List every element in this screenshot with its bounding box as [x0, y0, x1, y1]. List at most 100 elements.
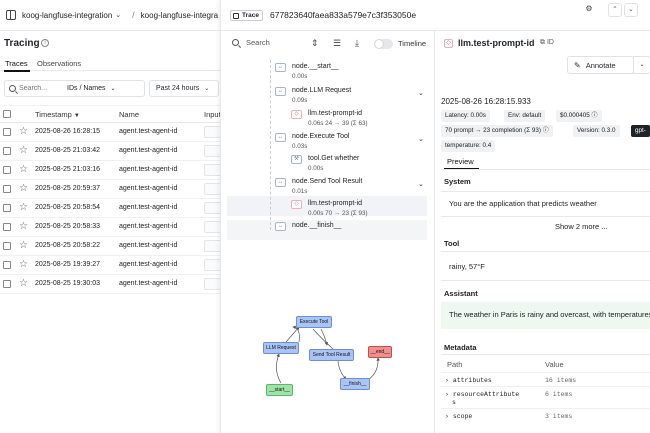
tab-observations[interactable]: Observations [37, 59, 81, 68]
table-row[interactable]: ☆ 2025-08-25 21:03:42 agent.test-agent-id [0, 142, 226, 161]
column-timestamp[interactable]: Timestamp ▼ [35, 110, 80, 119]
star-icon[interactable]: ☆ [19, 146, 28, 156]
metadata-title: Metadata [444, 343, 477, 352]
tool-title: Tool [444, 239, 460, 248]
metadata-key: › scope [445, 413, 473, 420]
env-badge: Env: default [504, 110, 546, 122]
row-timestamp: 2025-08-25 19:39:27 [35, 261, 100, 268]
table-row[interactable]: ☆ 2025-08-25 20:58:54 agent.test-agent-id [0, 199, 226, 218]
chevron-down-icon: ⌄ [204, 86, 210, 92]
nav-down-button[interactable]: ⌄ [624, 3, 638, 17]
search-icon [9, 85, 16, 92]
settings-icon[interactable]: ⚙ [582, 3, 596, 17]
metadata-value: 6 items [545, 391, 573, 398]
row-name: agent.test-agent-id [119, 147, 178, 154]
search-input[interactable] [19, 85, 61, 92]
chevron-down-icon[interactable]: ⌄ [115, 11, 121, 19]
pencil-icon: ✎ [574, 60, 581, 70]
row-checkbox[interactable] [3, 280, 11, 288]
metadata-key: › resourceAttribute [445, 391, 520, 398]
row-timestamp: 2025-08-25 20:58:54 [35, 204, 100, 211]
tracing-tabs: Traces Observations [0, 56, 222, 72]
star-icon[interactable]: ☆ [19, 241, 28, 251]
row-checkbox[interactable] [3, 261, 11, 269]
divider [441, 216, 650, 217]
row-timestamp: 2025-08-25 20:59:37 [35, 185, 100, 192]
graph-node-llm-request[interactable]: LLM Request [263, 342, 299, 354]
row-timestamp: 2025-08-25 20:58:22 [35, 242, 100, 249]
observation-timestamp: 2025-08-26 16:28:15.933 [441, 97, 531, 106]
breadcrumb-project-2[interactable]: koog-langfuse-integra [141, 11, 218, 20]
breadcrumb-project[interactable]: koog-langfuse-integration [22, 11, 112, 20]
table-row[interactable]: ☆ 2025-08-25 19:39:27 agent.test-agent-id [0, 256, 226, 275]
metadata-row[interactable]: › resourceAttribute s 6 items [441, 386, 650, 408]
tracing-panel: Tracing i Traces Observations IDs / Name… [0, 31, 226, 433]
metadata-value: 16 items [545, 377, 577, 384]
search-scope-select[interactable]: IDs / Names [67, 85, 106, 92]
select-all-checkbox[interactable] [3, 110, 11, 118]
info-icon[interactable]: i [41, 39, 49, 47]
graph-node-start[interactable]: __start__ [266, 384, 293, 396]
system-title: System [444, 177, 471, 186]
chevron-down-icon[interactable]: ⌄ [111, 85, 116, 92]
row-name: agent.test-agent-id [119, 280, 178, 287]
row-checkbox[interactable] [3, 166, 11, 174]
sidebar-toggle-icon[interactable] [6, 10, 16, 20]
star-icon[interactable]: ☆ [19, 260, 28, 270]
annotate-button[interactable]: ✎ Annotate [567, 56, 634, 74]
column-input[interactable]: Input [204, 110, 221, 119]
metadata-row[interactable]: › attributes 16 items [441, 372, 650, 386]
table-row[interactable]: ☆ 2025-08-25 20:59:37 agent.test-agent-id [0, 180, 226, 199]
row-timestamp: 2025-08-25 19:30:03 [35, 280, 100, 287]
table-row[interactable]: ☆ 2025-08-25 19:30:03 agent.test-agent-id [0, 275, 226, 294]
row-checkbox[interactable] [3, 242, 11, 250]
generation-icon: ◇ [444, 39, 453, 48]
copy-icon[interactable]: ⧉ ID [540, 39, 554, 47]
star-icon[interactable]: ☆ [19, 279, 28, 289]
show-more-button[interactable]: Show 2 more ... [555, 222, 608, 231]
table-row[interactable]: ☆ 2025-08-25 20:58:33 agent.test-agent-id [0, 218, 226, 237]
graph-node-finish[interactable]: __finish__ [340, 378, 370, 390]
row-checkbox[interactable] [3, 128, 11, 136]
trace-panel: Trace 677823640faea833a579e7c3f353050e S… [220, 0, 650, 433]
star-icon[interactable]: ☆ [19, 127, 28, 137]
table-row[interactable]: ☆ 2025-08-25 21:03:16 agent.test-agent-id [0, 161, 226, 180]
star-icon[interactable]: ☆ [19, 184, 28, 194]
graph-node-end[interactable]: __end__ [368, 346, 392, 358]
metadata-divider [441, 354, 650, 355]
row-checkbox[interactable] [3, 147, 11, 155]
assistant-title: Assistant [444, 289, 478, 298]
star-icon[interactable]: ☆ [19, 165, 28, 175]
tab-traces[interactable]: Traces [4, 59, 30, 72]
row-checkbox[interactable] [3, 223, 11, 231]
graph-node-execute-tool[interactable]: Execute Tool [296, 316, 332, 328]
system-message: You are the application that predicts we… [449, 199, 597, 208]
time-range-select[interactable]: Past 24 hours ⌄ [149, 80, 219, 97]
time-range-value: Past 24 hours [156, 85, 200, 92]
row-name: agent.test-agent-id [119, 261, 178, 268]
observation-title: llm.test-prompt-id [458, 38, 535, 48]
metadata-col-value: Value [545, 360, 564, 369]
tab-preview[interactable]: Preview [444, 157, 479, 170]
row-name: agent.test-agent-id [119, 223, 178, 230]
row-name: agent.test-agent-id [119, 166, 178, 173]
column-name[interactable]: Name [119, 110, 139, 119]
graph-edges [276, 325, 380, 384]
tokens-badge: 70 prompt → 23 completion (Σ 93) ⓘ [441, 125, 553, 137]
annotate-dropdown-button[interactable]: ⌄ [633, 56, 650, 74]
row-checkbox[interactable] [3, 185, 11, 193]
star-icon[interactable]: ☆ [19, 203, 28, 213]
star-icon[interactable]: ☆ [19, 222, 28, 232]
row-timestamp: 2025-08-25 21:03:16 [35, 166, 100, 173]
assistant-message: The weather in Paris is rainy and overca… [449, 310, 650, 319]
nav-up-button[interactable]: ⌃ [608, 3, 622, 17]
version-badge: Version: 0.3.0 [573, 125, 620, 137]
metadata-key: › attributes [445, 377, 492, 384]
tab-divider [441, 169, 650, 170]
table-row[interactable]: ☆ 2025-08-25 20:58:22 agent.test-agent-id [0, 237, 226, 256]
metadata-row[interactable]: › scope 3 items [441, 408, 650, 424]
graph-node-send-tool-result[interactable]: Send Tool Result [309, 349, 354, 361]
row-checkbox[interactable] [3, 204, 11, 212]
table-row[interactable]: ☆ 2025-08-26 16:28:15 agent.test-agent-id [0, 123, 226, 142]
system-divider [441, 191, 650, 192]
